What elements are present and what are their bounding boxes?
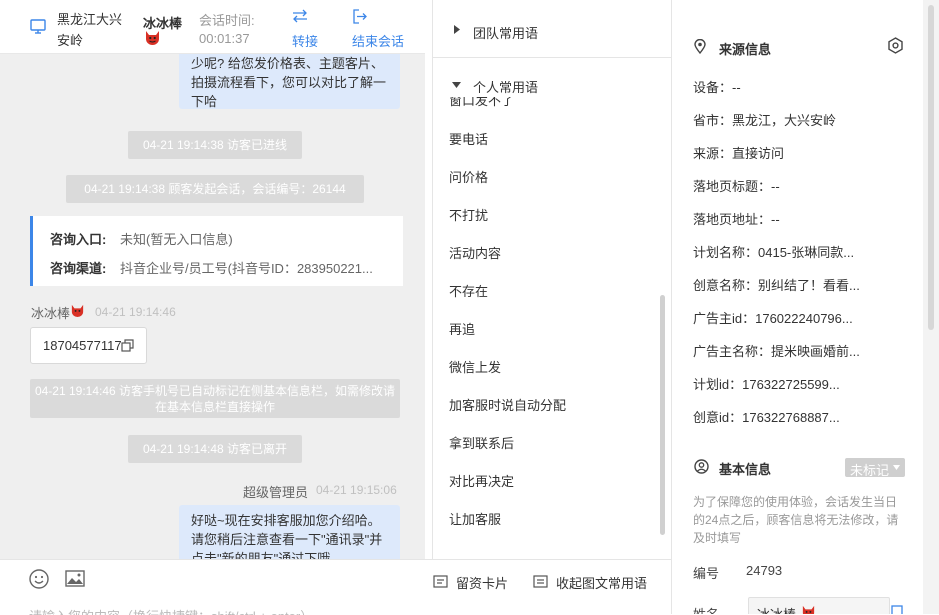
emoji-icon[interactable] [29, 569, 49, 589]
system-message: 04-21 19:14:46 访客手机号已自动标记在侧基本信息栏，如需修改请在基… [30, 379, 400, 418]
chat-header: 黑龙江大兴安岭 冰冰棒 会话时间: 00:01:37 转接 结束会话 [0, 0, 425, 54]
phrase-item[interactable]: 问价格 [449, 167, 488, 186]
system-message: 04-21 19:14:38 顾客发起会话，会话编号：26144 [66, 175, 364, 203]
tag-select-value: 未标记 [850, 463, 890, 478]
card-icon [433, 575, 448, 588]
end-session-label: 结束会话 [352, 34, 405, 49]
tag-select[interactable]: 未标记 [845, 458, 905, 478]
collect-phrases-label: 收起图文常用语 [556, 576, 648, 591]
consult-channel-label: 咨询渠道: [50, 261, 107, 276]
edit-notice: 为了保障您的使用体验，会话发生当日的24点之后，顾客信息将无法修改，请及时填写 [693, 495, 899, 545]
source-info-row: 来源：直接访问 [693, 146, 785, 161]
transfer-label: 转接 [292, 34, 319, 49]
caret-down-icon [452, 82, 461, 88]
source-info-row: 计划名称：0415-张琳同款... [693, 245, 855, 260]
phrase-item[interactable]: 对比再决定 [449, 471, 514, 490]
exit-icon [352, 9, 368, 24]
transfer-button[interactable]: 转接 [287, 8, 331, 49]
personal-phrases-toggle[interactable]: 个人常用语 [433, 71, 672, 97]
visitor-phone-text: 18704577117 [43, 338, 122, 353]
devil-emoji-icon [144, 30, 161, 45]
copy-icon[interactable] [121, 339, 134, 352]
phrase-item[interactable]: 再追 [449, 319, 475, 338]
agent-message-bubble: 少呢? 给您发价格表、主题客片、拍摄流程看下，您可以对比了解一下哈 [179, 54, 400, 109]
source-info-row: 设备：-- [693, 80, 741, 95]
source-info-row: 落地页标题：-- [693, 179, 780, 194]
source-info-row: 省市：黑龙江，大兴安岭 [693, 113, 837, 128]
edit-icon [533, 575, 548, 588]
basic-info-title: 基本信息 [719, 462, 772, 477]
phrase-item[interactable]: 不打扰 [449, 205, 488, 224]
team-phrases-toggle[interactable]: 团队常用语 [433, 14, 672, 48]
settings-hex-icon[interactable] [887, 37, 904, 54]
consult-entry-label: 咨询入口: [50, 232, 107, 247]
session-time-value: 00:01:37 [199, 31, 250, 46]
collect-phrases-button[interactable]: 收起图文常用语 [533, 573, 653, 593]
source-info-row: 创意名称：别纠结了！看看... [693, 278, 860, 293]
phrase-item-partial[interactable]: 窗口发不了 [433, 97, 672, 107]
caret-right-icon [454, 25, 460, 34]
leave-card-label: 留资卡片 [456, 576, 509, 591]
image-icon[interactable] [65, 570, 85, 587]
window-scrollbar-thumb[interactable] [928, 5, 934, 330]
chat-message-area[interactable]: 少呢? 给您发价格表、主题客片、拍摄流程看下，您可以对比了解一下哈 04-21 … [0, 54, 425, 559]
phrase-item[interactable]: 要电话 [449, 129, 488, 148]
phrase-item[interactable]: 让加客服 [449, 509, 501, 528]
phrase-item[interactable]: 活动内容 [449, 243, 501, 262]
monitor-icon [30, 19, 46, 34]
end-session-button[interactable]: 结束会话 [350, 8, 414, 49]
window-scrollbar[interactable] [923, 0, 939, 614]
phrase-item[interactable]: 加客服时说自动分配 [449, 395, 566, 414]
source-info-row: 计划id：176322725599... [693, 377, 840, 392]
devil-emoji-icon [801, 605, 816, 614]
source-info-row: 落地页地址：-- [693, 212, 780, 227]
agent-message-time: 04-21 19:15:06 [316, 483, 397, 497]
consult-channel-value: 抖音企业号/员工号(抖音号ID：283950221... [120, 261, 373, 276]
number-value: 24793 [746, 563, 783, 578]
session-time-label: 会话时间: [199, 13, 255, 28]
visitor-info-panel: 来源信息 设备：-- 省市：黑龙江，大兴安岭 来源：直接访问 落地页标题：-- 落地页地… [671, 0, 924, 614]
agent-message-bubble: 好哒~现在安排客服加您介绍哈。请您稍后注意查看一下"通讯录"并点击"新的朋友"通… [179, 505, 400, 559]
name-field-value: 冰冰棒 [757, 604, 796, 614]
phrase-item[interactable]: 拿到联系后 [449, 433, 514, 452]
system-message: 04-21 19:14:48 访客已离开 [128, 435, 302, 463]
name-field[interactable]: 冰冰棒 [748, 597, 890, 614]
transfer-icon [292, 9, 308, 23]
location-pin-icon [694, 39, 706, 54]
system-message: 04-21 19:14:38 访客已进线 [128, 131, 302, 159]
leave-card-button[interactable]: 留资卡片 [433, 573, 513, 593]
number-label: 编号 [693, 566, 720, 581]
source-info-row: 创意id：176322768887... [693, 410, 840, 425]
visitor-message-time: 04-21 19:14:46 [95, 305, 176, 319]
phrase-item[interactable]: 不存在 [449, 281, 488, 300]
source-info-row: 广告主id：176022240796... [693, 311, 853, 326]
visitor-message-bubble[interactable]: 18704577117 [30, 327, 147, 364]
phrases-panel: 团队常用语 个人常用语 窗口发不了 要电话问价格不打扰活动内容不存在再追微信上发… [432, 0, 672, 559]
chevron-down-icon [893, 465, 900, 470]
team-phrases-label: 团队常用语 [473, 26, 539, 41]
edit-name-icon[interactable] [891, 605, 903, 614]
consult-info-card: 咨询入口: 未知(暂无入口信息) 咨询渠道: 抖音企业号/员工号(抖音号ID：2… [30, 216, 403, 286]
name-label: 姓名 [693, 604, 719, 614]
source-info-title: 来源信息 [719, 42, 772, 57]
message-composer: 留资卡片 收起图文常用语 请输入您的内容（换行快捷键：shift/ctrl + … [0, 559, 671, 615]
devil-emoji-icon [70, 304, 85, 317]
divider [433, 57, 672, 58]
source-info-row: 广告主名称：提米映画婚前... [693, 344, 860, 359]
agent-message-name: 超级管理员 [243, 485, 309, 500]
personal-phrases-label: 个人常用语 [473, 80, 539, 95]
user-circle-icon [694, 459, 709, 474]
phrases-scrollbar[interactable] [660, 295, 665, 535]
phrase-item[interactable]: 微信上发 [449, 357, 501, 376]
visitor-location: 黑龙江大兴安岭 [57, 12, 123, 48]
visitor-message-name: 冰冰棒 [31, 306, 71, 321]
consult-entry-value: 未知(暂无入口信息) [120, 232, 233, 247]
